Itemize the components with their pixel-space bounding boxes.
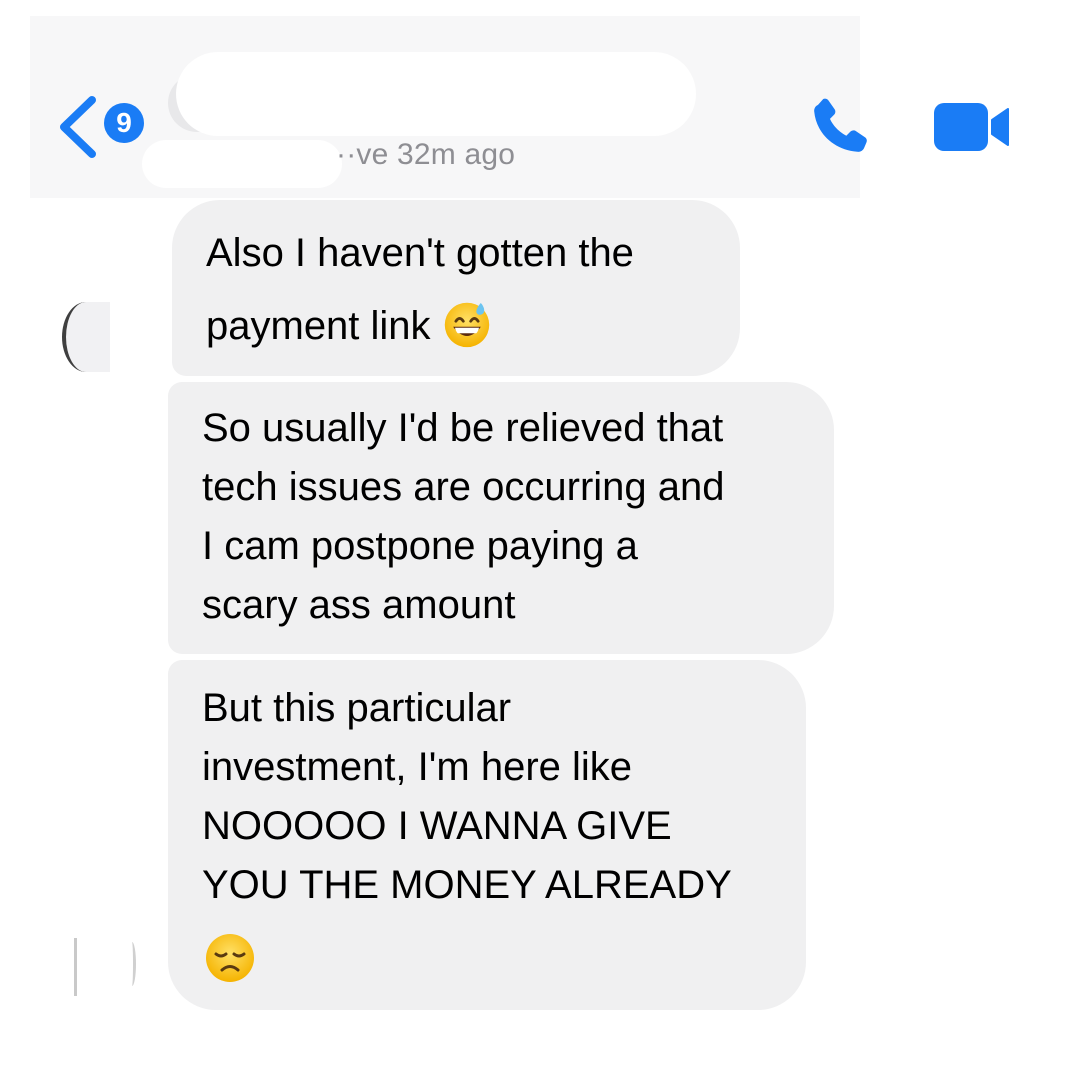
voice-call-button[interactable] — [804, 92, 874, 162]
redacted-contact-name — [176, 52, 696, 136]
conversation-screen: 9 ··ve 32m ago Also I haven't gotten the… — [0, 0, 1080, 1080]
message-text-line: payment link — [206, 304, 431, 348]
phone-icon — [814, 98, 867, 152]
message-text-line: But this particular — [202, 686, 512, 730]
message-text-line: So usually I'd be relieved that — [202, 406, 724, 450]
message-bubble[interactable]: So usually I'd be relieved that tech iss… — [168, 382, 834, 654]
redacted-contact-detail — [142, 140, 342, 188]
message-text-line: YOU THE MONEY ALREADY — [202, 863, 732, 907]
message-text-line: investment, I'm here like — [202, 745, 633, 789]
sender-avatar — [62, 302, 110, 372]
video-camera-icon — [934, 103, 1009, 151]
message-text-line: tech issues are occurring and — [202, 465, 725, 509]
message-bubble[interactable]: Also I haven't gotten the payment link — [172, 200, 740, 376]
back-button[interactable]: 9 — [52, 94, 152, 160]
sender-avatar-partial — [68, 938, 138, 998]
message-text-line: NOOOOO I WANNA GIVE — [202, 804, 672, 848]
contact-active-status: ··ve 32m ago — [336, 138, 516, 171]
message-text-line: I cam postpone paying a — [202, 524, 638, 568]
message-bubble[interactable]: But this particular investment, I'm here… — [168, 660, 806, 1010]
chevron-left-icon — [60, 96, 96, 158]
message-text-line: Also I haven't gotten the — [206, 231, 634, 275]
unread-count-badge: 9 — [104, 103, 144, 143]
disappointed-face-emoji-icon — [206, 934, 254, 982]
message-text-line: scary ass amount — [202, 583, 516, 627]
video-call-button[interactable] — [932, 100, 1012, 154]
grinning-sweat-emoji-icon — [444, 302, 489, 348]
